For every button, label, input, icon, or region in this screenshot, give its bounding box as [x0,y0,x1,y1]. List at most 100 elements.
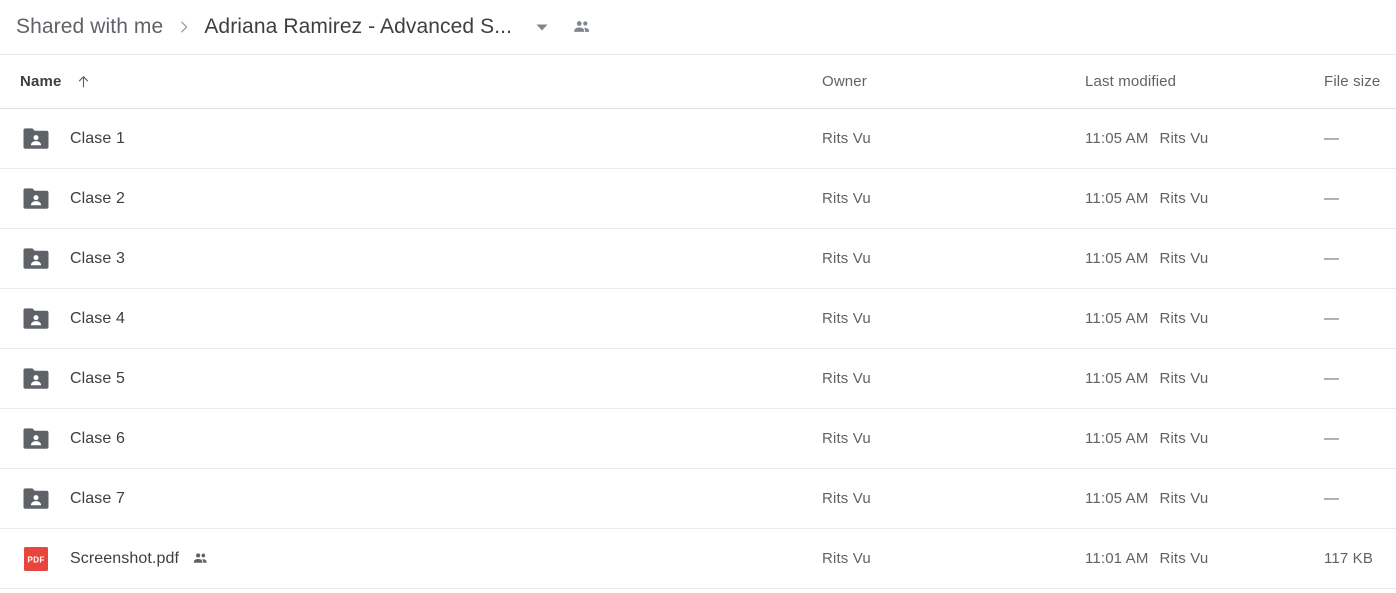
modified-time-label: 11:05 AM [1085,310,1149,327]
shared-folder-icon [20,303,52,335]
cell-owner: Rits Vu [806,550,1074,568]
cell-owner: Rits Vu [806,490,1074,508]
owner-label: Rits Vu [822,369,871,387]
item-name-label: Clase 7 [70,489,125,507]
cell-file-size: — [1324,190,1396,208]
item-name-label: Screenshot.pdf [70,549,180,567]
cell-file-size: — [1324,250,1396,268]
table-row[interactable]: Clase 5 Rits Vu 11:05 AM Rits Vu — [0,349,1396,409]
cell-last-modified: 11:01 AM Rits Vu [1074,550,1324,567]
modified-by-label: Rits Vu [1159,370,1209,387]
modified-time-label: 11:05 AM [1085,190,1149,207]
owner-label: Rits Vu [822,549,871,567]
modified-by-label: Rits Vu [1159,310,1209,327]
item-name-label: Clase 2 [70,189,125,207]
cell-last-modified: 11:05 AM Rits Vu [1074,370,1324,387]
modified-by-label: Rits Vu [1159,550,1209,567]
cell-name: Clase 5 [0,363,806,395]
shared-folder-icon [20,423,52,455]
cell-owner: Rits Vu [806,370,1074,388]
file-size-label: — [1324,489,1340,507]
owner-label: Rits Vu [822,489,871,507]
shared-folder-icon [20,483,52,515]
modified-by-label: Rits Vu [1159,190,1209,207]
owner-label: Rits Vu [822,309,871,327]
cell-owner: Rits Vu [806,310,1074,328]
cell-last-modified: 11:05 AM Rits Vu [1074,250,1324,267]
cell-name: PDF Screenshot.pdf [0,543,806,575]
cell-file-size: — [1324,430,1396,448]
modified-time-label: 11:05 AM [1085,490,1149,507]
column-header-name-label: Name [20,73,62,90]
owner-label: Rits Vu [822,189,871,207]
modified-time-label: 11:05 AM [1085,130,1149,147]
shared-folder-icon [20,183,52,215]
file-size-label: — [1324,129,1340,147]
table-row[interactable]: Clase 7 Rits Vu 11:05 AM Rits Vu — [0,469,1396,529]
chevron-right-icon [175,18,193,36]
cell-file-size: — [1324,310,1396,328]
item-name-label: Clase 3 [70,249,125,267]
table-row[interactable]: Clase 1 Rits Vu 11:05 AM Rits Vu — [0,109,1396,169]
modified-by-label: Rits Vu [1159,430,1209,447]
table-header-row: Name Owner Last modified File size [0,55,1396,109]
item-name-label: Clase 5 [70,369,125,387]
pdf-file-icon: PDF [20,543,52,575]
table-row[interactable]: Clase 6 Rits Vu 11:05 AM Rits Vu — [0,409,1396,469]
file-size-label: — [1324,189,1340,207]
cell-last-modified: 11:05 AM Rits Vu [1074,430,1324,447]
table-row[interactable]: Clase 4 Rits Vu 11:05 AM Rits Vu — [0,289,1396,349]
column-header-file-size[interactable]: File size [1324,73,1396,91]
modified-by-label: Rits Vu [1159,130,1209,147]
table-row[interactable]: Clase 3 Rits Vu 11:05 AM Rits Vu — [0,229,1396,289]
cell-file-size: — [1324,370,1396,388]
modified-time-label: 11:05 AM [1085,370,1149,387]
people-shared-icon [191,549,210,568]
file-list-table: Name Owner Last modified File size Clase… [0,55,1396,589]
table-row[interactable]: PDF Screenshot.pdf Rits Vu 11:01 AM Rits… [0,529,1396,589]
file-size-label: 117 KB [1324,549,1373,567]
shared-folder-icon [20,363,52,395]
svg-text:PDF: PDF [27,555,44,564]
breadcrumb-root-link[interactable]: Shared with me [16,15,163,39]
file-list-body: Clase 1 Rits Vu 11:05 AM Rits Vu — Clase… [0,109,1396,589]
column-header-name[interactable]: Name [0,73,806,90]
file-size-label: — [1324,429,1340,447]
breadcrumb-current-folder[interactable]: Adriana Ramirez - Advanced S... [204,15,512,39]
breadcrumb: Shared with me Adriana Ramirez - Advance… [0,0,1396,55]
people-shared-icon[interactable] [570,15,594,39]
owner-label: Rits Vu [822,129,871,147]
cell-name: Clase 2 [0,183,806,215]
cell-name: Clase 7 [0,483,806,515]
column-header-last-modified-label: Last modified [1085,72,1177,90]
owner-label: Rits Vu [822,429,871,447]
cell-name: Clase 3 [0,243,806,275]
cell-owner: Rits Vu [806,190,1074,208]
item-name-label: Clase 6 [70,429,125,447]
file-size-label: — [1324,249,1340,267]
cell-name: Clase 6 [0,423,806,455]
cell-last-modified: 11:05 AM Rits Vu [1074,310,1324,327]
cell-file-size: — [1324,490,1396,508]
column-header-owner[interactable]: Owner [806,73,1074,91]
arrow-up-icon[interactable] [75,73,92,90]
file-size-label: — [1324,309,1340,327]
file-size-label: — [1324,369,1340,387]
owner-label: Rits Vu [822,249,871,267]
item-name-label: Clase 4 [70,309,125,327]
cell-file-size: — [1324,130,1396,148]
table-row[interactable]: Clase 2 Rits Vu 11:05 AM Rits Vu — [0,169,1396,229]
shared-folder-icon [20,123,52,155]
column-header-file-size-label: File size [1324,72,1381,90]
modified-by-label: Rits Vu [1159,490,1209,507]
chevron-down-icon[interactable] [530,15,554,39]
modified-by-label: Rits Vu [1159,250,1209,267]
modified-time-label: 11:05 AM [1085,250,1149,267]
cell-owner: Rits Vu [806,250,1074,268]
cell-name: Clase 4 [0,303,806,335]
cell-last-modified: 11:05 AM Rits Vu [1074,130,1324,147]
column-header-last-modified[interactable]: Last modified [1074,73,1324,91]
modified-time-label: 11:05 AM [1085,430,1149,447]
cell-last-modified: 11:05 AM Rits Vu [1074,190,1324,207]
cell-last-modified: 11:05 AM Rits Vu [1074,490,1324,507]
